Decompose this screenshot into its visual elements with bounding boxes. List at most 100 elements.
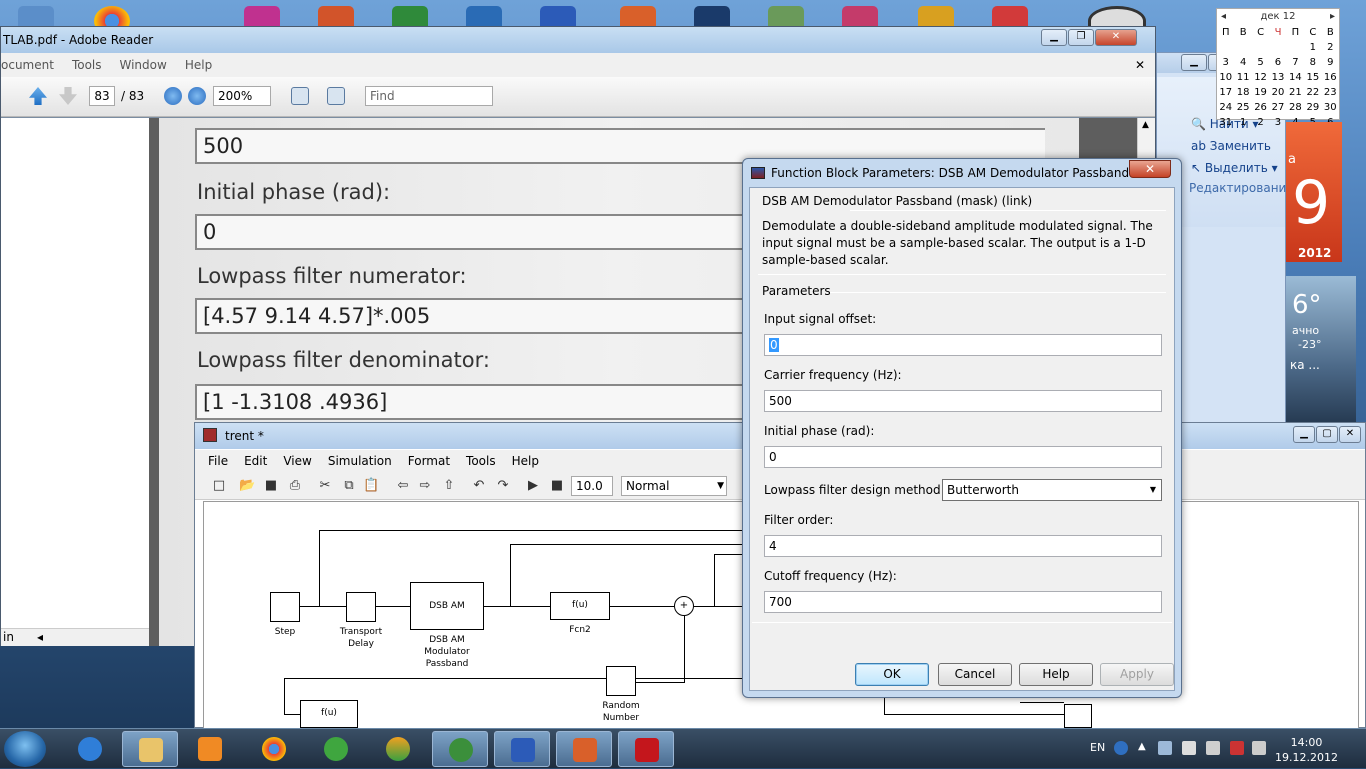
- carrier-frequency-field[interactable]: 500: [764, 390, 1162, 412]
- menu-tools[interactable]: Tools: [72, 58, 102, 72]
- fcn-block[interactable]: f(u): [300, 700, 358, 728]
- print-icon[interactable]: ⎙: [287, 478, 303, 494]
- scroll-up-icon[interactable]: ▲: [1142, 120, 1149, 130]
- calendar-day[interactable]: 3: [1217, 55, 1234, 70]
- forward-icon[interactable]: ⇨: [417, 478, 433, 494]
- calendar-day[interactable]: 15: [1304, 70, 1321, 85]
- calendar-day[interactable]: 1: [1304, 40, 1321, 55]
- scope-block[interactable]: [1064, 704, 1092, 728]
- back-icon[interactable]: ⇦: [395, 478, 411, 494]
- copy-icon[interactable]: ⧉: [341, 478, 357, 494]
- dsb-am-modulator-block[interactable]: DSB AM: [410, 582, 484, 630]
- calendar-day[interactable]: 28: [1287, 100, 1304, 115]
- zoom-out-icon[interactable]: [164, 87, 182, 105]
- sim-mode-select[interactable]: Normal ▼: [621, 476, 727, 496]
- input-offset-field[interactable]: 0: [764, 334, 1162, 356]
- find-input[interactable]: Find: [365, 86, 493, 106]
- fcn2-block[interactable]: f(u): [550, 592, 610, 620]
- ok-button[interactable]: OK: [855, 663, 929, 686]
- calendar-day[interactable]: 25: [1234, 100, 1251, 115]
- calendar-day[interactable]: 2: [1252, 115, 1269, 130]
- redo-icon[interactable]: ↷: [495, 478, 511, 494]
- taskbar-app-green[interactable]: [370, 731, 426, 767]
- taskbar-adobe-reader[interactable]: [618, 731, 674, 767]
- fit-page-icon[interactable]: [327, 87, 345, 105]
- calendar-day[interactable]: 31: [1217, 115, 1234, 130]
- transport-delay-block[interactable]: [346, 592, 376, 622]
- calendar-day[interactable]: 30: [1322, 100, 1339, 115]
- signal-icon[interactable]: [1230, 741, 1244, 755]
- calendar-day[interactable]: 10: [1217, 70, 1234, 85]
- page-up-icon[interactable]: [29, 87, 47, 105]
- start-button[interactable]: [4, 731, 46, 767]
- calendar-day[interactable]: 21: [1287, 85, 1304, 100]
- fit-width-icon[interactable]: [291, 87, 309, 105]
- clock[interactable]: 14:00 19.12.2012: [1275, 735, 1338, 765]
- taskbar-media-player[interactable]: [182, 731, 238, 767]
- random-number-block[interactable]: [606, 666, 636, 696]
- help-button[interactable]: Help: [1019, 663, 1093, 686]
- sim-menu-edit[interactable]: Edit: [244, 454, 267, 468]
- calendar-day[interactable]: 13: [1269, 70, 1286, 85]
- calendar-day[interactable]: 11: [1234, 70, 1251, 85]
- cutoff-frequency-field[interactable]: 700: [764, 591, 1162, 613]
- calendar-day[interactable]: 9: [1322, 55, 1339, 70]
- calendar-day[interactable]: 29: [1304, 100, 1321, 115]
- word-minimize-button[interactable]: ▁: [1181, 54, 1207, 71]
- sim-menu-format[interactable]: Format: [408, 454, 450, 468]
- sim-maximize-button[interactable]: ▢: [1316, 426, 1338, 443]
- language-indicator[interactable]: EN: [1090, 741, 1105, 754]
- prev-month-icon[interactable]: ◂: [1221, 9, 1226, 25]
- new-model-icon[interactable]: □: [211, 478, 227, 494]
- run-icon[interactable]: ▶: [525, 478, 541, 494]
- calendar-day[interactable]: 23: [1322, 85, 1339, 100]
- menu-document[interactable]: ocument: [1, 58, 54, 72]
- paste-icon[interactable]: 📋: [363, 478, 379, 494]
- menu-window[interactable]: Window: [120, 58, 167, 72]
- undo-icon[interactable]: ↶: [471, 478, 487, 494]
- dialog-close-button[interactable]: ✕: [1129, 160, 1171, 178]
- replace-button[interactable]: ab Заменить: [1191, 139, 1271, 153]
- sim-menu-file[interactable]: File: [208, 454, 228, 468]
- calendar-day[interactable]: 3: [1269, 115, 1286, 130]
- network-icon[interactable]: [1158, 741, 1172, 755]
- calendar-day[interactable]: 22: [1304, 85, 1321, 100]
- zoom-in-icon[interactable]: [188, 87, 206, 105]
- page-number-input[interactable]: 83: [89, 86, 115, 106]
- calendar-day[interactable]: 27: [1269, 100, 1286, 115]
- select-button[interactable]: ↖ Выделить ▾: [1191, 161, 1278, 175]
- taskbar-utorrent[interactable]: [432, 731, 488, 767]
- next-month-icon[interactable]: ▸: [1330, 9, 1335, 25]
- stop-icon[interactable]: ■: [549, 478, 565, 494]
- maximize-button[interactable]: ❐: [1068, 29, 1094, 46]
- taskbar-mail-agent[interactable]: [308, 731, 364, 767]
- calendar-day[interactable]: 24: [1217, 100, 1234, 115]
- help-icon[interactable]: [1114, 741, 1128, 755]
- calendar-day[interactable]: 12: [1252, 70, 1269, 85]
- cut-icon[interactable]: ✂: [317, 478, 333, 494]
- up-icon[interactable]: ⇧: [441, 478, 457, 494]
- calendar-day[interactable]: 4: [1234, 55, 1251, 70]
- taskbar-chrome[interactable]: [246, 731, 302, 767]
- volume-icon[interactable]: [1252, 741, 1266, 755]
- step-block[interactable]: [270, 592, 300, 622]
- sim-menu-help[interactable]: Help: [512, 454, 539, 468]
- taskbar-matlab[interactable]: [556, 731, 612, 767]
- calendar-day[interactable]: 14: [1287, 70, 1304, 85]
- taskbar-explorer[interactable]: [122, 731, 178, 767]
- save-icon[interactable]: ■: [263, 478, 279, 494]
- page-down-icon[interactable]: [59, 87, 77, 105]
- initial-phase-field[interactable]: 0: [764, 446, 1162, 468]
- show-hidden-icons[interactable]: ▲: [1138, 741, 1152, 755]
- taskbar-word[interactable]: [494, 731, 550, 767]
- taskbar-ie[interactable]: [62, 731, 118, 767]
- calendar-day[interactable]: 16: [1322, 70, 1339, 85]
- menu-help[interactable]: Help: [185, 58, 212, 72]
- calendar-day[interactable]: 1: [1234, 115, 1251, 130]
- calendar-day[interactable]: 7: [1287, 55, 1304, 70]
- filter-order-field[interactable]: 4: [764, 535, 1162, 557]
- power-icon[interactable]: [1206, 741, 1220, 755]
- open-icon[interactable]: 📂: [239, 478, 255, 494]
- zoom-select[interactable]: 200%: [213, 86, 271, 106]
- calendar-day[interactable]: 19: [1252, 85, 1269, 100]
